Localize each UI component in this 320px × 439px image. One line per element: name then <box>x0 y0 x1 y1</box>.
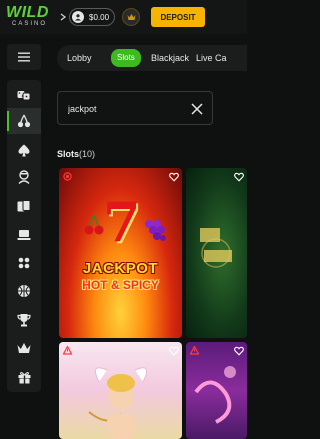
dots-grid-icon <box>18 257 30 269</box>
sidebar-item-blackjack[interactable] <box>7 193 41 219</box>
search-input[interactable] <box>68 102 178 116</box>
lucky-seven-art: 7 <box>103 190 141 254</box>
hamburger-icon <box>18 52 30 62</box>
sidebar-item-slots[interactable] <box>7 108 41 134</box>
sidebar-item-video-poker[interactable] <box>7 222 41 248</box>
category-tabs: Lobby Slots Blackjack Live Ca <box>57 45 247 71</box>
laptop-icon <box>17 230 31 240</box>
crown-icon <box>17 343 31 353</box>
game-title-line1: JACKPOT <box>82 260 159 277</box>
sidebar-item-table-games[interactable] <box>7 137 41 163</box>
game-art <box>200 228 232 268</box>
new-badge-icon <box>63 172 72 181</box>
balance-pill[interactable]: $0.00 <box>69 8 115 26</box>
top-header: WILD CASINO $0.00 DEPOSIT <box>0 0 247 34</box>
sidebar-item-specialty[interactable] <box>7 250 41 276</box>
balance-amount: $0.00 <box>89 12 110 22</box>
tab-live-casino[interactable]: Live Ca <box>196 51 227 65</box>
gift-icon <box>18 371 30 383</box>
trophy-icon <box>17 314 31 327</box>
vip-crown-button[interactable] <box>122 8 140 26</box>
chevron-right-icon[interactable] <box>59 13 67 21</box>
game-title-art: JACKPOT HOT & SPICY <box>59 260 182 292</box>
spade-icon <box>18 144 30 156</box>
logo-casino-text: CASINO <box>12 21 48 27</box>
crown-icon <box>127 14 135 20</box>
user-avatar-icon <box>72 11 84 23</box>
dice-icon <box>17 91 31 101</box>
section-title: Slots <box>57 149 80 159</box>
results-heading: Slots(10) <box>57 149 95 159</box>
game-card-3[interactable] <box>59 342 182 439</box>
close-icon[interactable] <box>191 103 203 115</box>
sidebar-item-casino[interactable] <box>7 82 41 108</box>
sidebar-item-sports[interactable] <box>7 278 41 304</box>
sidebar-item-vip[interactable] <box>7 335 41 361</box>
game-title-line2: HOT & SPICY <box>82 278 159 292</box>
tab-lobby[interactable]: Lobby <box>67 51 92 65</box>
sidebar-item-live-casino[interactable] <box>7 164 41 190</box>
favorite-heart-icon[interactable] <box>169 172 179 182</box>
cherry-icon <box>17 114 31 128</box>
tab-slots[interactable]: Slots <box>111 49 141 67</box>
cupid-art <box>88 367 148 439</box>
wild-casino-logo[interactable]: WILD CASINO <box>6 4 60 30</box>
dealer-icon <box>18 170 30 184</box>
cards-icon <box>17 199 31 211</box>
game-card-2[interactable] <box>186 168 247 338</box>
sidebar-item-promotions[interactable] <box>7 364 41 390</box>
cherry-art-icon <box>84 214 104 235</box>
game-art <box>194 366 236 424</box>
basketball-icon <box>18 285 30 297</box>
sidebar-item-tournaments[interactable] <box>7 307 41 333</box>
deposit-button[interactable]: DEPOSIT <box>151 7 205 27</box>
game-card-jackpot-hot-spicy[interactable]: 7 JACKPOT HOT & SPICY <box>59 168 182 338</box>
logo-wild-text: WILD <box>6 4 49 21</box>
hamburger-menu-button[interactable] <box>7 44 41 70</box>
tab-blackjack[interactable]: Blackjack <box>151 51 189 65</box>
category-sidebar <box>7 80 41 392</box>
search-box <box>57 91 213 125</box>
grapes-art-icon <box>145 220 166 241</box>
results-count: (10) <box>79 149 96 159</box>
game-card-4[interactable] <box>186 342 247 439</box>
